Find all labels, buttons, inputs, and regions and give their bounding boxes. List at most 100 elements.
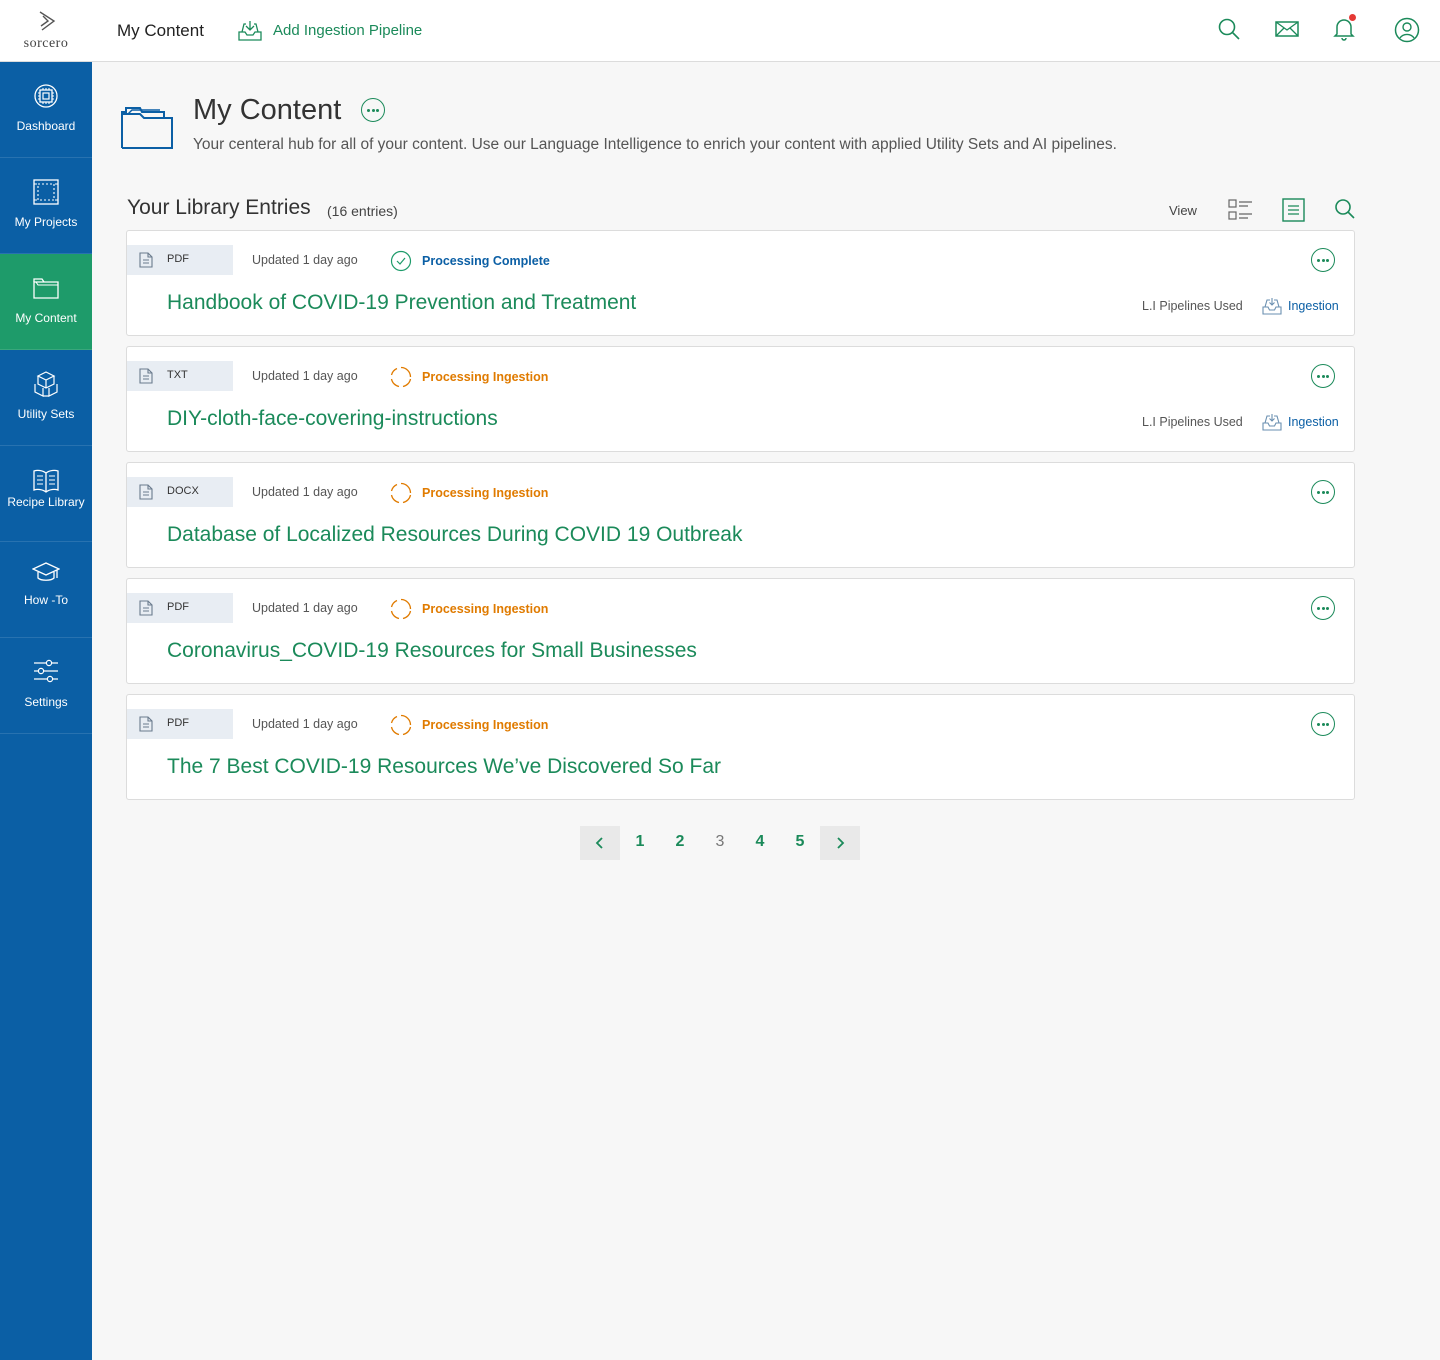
- cubes-icon: [34, 371, 58, 397]
- entry-more-button[interactable]: [1311, 596, 1335, 620]
- sliders-icon: [34, 659, 58, 683]
- file-type-tag: PDF: [127, 709, 233, 739]
- sidebar-item-utility-sets[interactable]: Utility Sets: [0, 350, 92, 446]
- search-icon: [1218, 18, 1240, 40]
- entry-title-link[interactable]: The 7 Best COVID-19 Resources We’ve Disc…: [167, 755, 721, 779]
- chip-icon: [34, 84, 58, 108]
- library-entry-card[interactable]: DOCX Updated 1 day ago Processing Ingest…: [126, 462, 1355, 568]
- brand-name: sorcero: [23, 36, 69, 51]
- library-entry-card[interactable]: TXT Updated 1 day ago Processing Ingesti…: [126, 346, 1355, 452]
- entry-more-button[interactable]: [1311, 364, 1335, 388]
- status-label: Processing Complete: [422, 254, 550, 268]
- more-icon: [1317, 606, 1320, 610]
- more-icon-dot: [1321, 606, 1325, 610]
- inbox-icon: [1262, 298, 1282, 315]
- next-page-button[interactable]: [820, 826, 860, 860]
- page-description: Your centeral hub for all of your conten…: [193, 136, 1117, 153]
- status-label: Processing Ingestion: [422, 602, 549, 616]
- entry-title-link[interactable]: Coronavirus_COVID-19 Resources for Small…: [167, 639, 697, 663]
- document-icon: [139, 368, 153, 384]
- sidebar-item-dashboard[interactable]: Dashboard: [0, 62, 92, 158]
- page-more-button[interactable]: [361, 98, 385, 122]
- page-4-button[interactable]: 4: [750, 833, 770, 851]
- file-type-label: TXT: [167, 369, 188, 381]
- topbar-title: My Content: [117, 21, 204, 40]
- grid-list-icon: [1228, 199, 1252, 220]
- updated-time: Updated 1 day ago: [252, 369, 358, 383]
- more-icon-dot: [1326, 374, 1329, 378]
- entry-more-button[interactable]: [1311, 248, 1335, 272]
- messages-button[interactable]: [1274, 17, 1300, 43]
- notifications-button[interactable]: [1332, 14, 1358, 43]
- mail-icon: [1275, 21, 1299, 37]
- more-icon-dot: [1321, 258, 1325, 262]
- more-icon: [1317, 722, 1320, 726]
- pipelines-used-label: L.I Pipelines Used: [1142, 415, 1243, 429]
- more-icon: [1317, 490, 1320, 494]
- updated-time: Updated 1 day ago: [252, 485, 358, 499]
- more-icon-dot: [1326, 606, 1329, 610]
- sidebar-item-label: My Projects: [14, 215, 78, 229]
- more-icon-dot: [1321, 374, 1325, 378]
- entry-title-link[interactable]: Handbook of COVID-19 Prevention and Trea…: [167, 291, 636, 315]
- status-label: Processing Ingestion: [422, 718, 549, 732]
- inbox-icon: [1262, 414, 1282, 431]
- chevron-right-icon: [837, 837, 845, 849]
- page-2-button[interactable]: 2: [670, 833, 690, 851]
- pipeline-link-ingestion[interactable]: Ingestion: [1262, 413, 1339, 431]
- search-icon: [1335, 199, 1355, 219]
- status-badge: Processing Ingestion: [390, 714, 548, 736]
- document-icon: [139, 600, 153, 616]
- page-5-button[interactable]: 5: [790, 833, 810, 851]
- status-badge: Processing Ingestion: [390, 598, 548, 620]
- sidebar-item-label: How -To: [23, 593, 68, 607]
- page-1-button[interactable]: 1: [630, 833, 650, 851]
- library-search-button[interactable]: [1334, 198, 1360, 222]
- library-entry-card[interactable]: PDF Updated 1 day ago Processing Ingesti…: [126, 694, 1355, 800]
- entry-more-button[interactable]: [1311, 712, 1335, 736]
- library-title: Your Library Entries: [127, 196, 311, 219]
- search-button[interactable]: [1217, 17, 1243, 43]
- previous-page-button[interactable]: [580, 826, 620, 860]
- sidebar-item-how-to[interactable]: How -To: [0, 542, 92, 638]
- sidebar-item-label: Utility Sets: [17, 407, 75, 421]
- view-list-button[interactable]: [1281, 198, 1307, 222]
- list-view-icon: [1282, 198, 1305, 222]
- updated-time: Updated 1 day ago: [252, 717, 358, 731]
- view-label: View: [1169, 203, 1197, 218]
- add-ingestion-pipeline-button[interactable]: Add Ingestion Pipeline: [238, 19, 422, 41]
- document-icon: [139, 716, 153, 732]
- updated-time: Updated 1 day ago: [252, 601, 358, 615]
- document-icon: [139, 252, 153, 268]
- processing-spinner-icon: [390, 598, 412, 620]
- processing-spinner-icon: [390, 366, 412, 388]
- sidebar-item-my-content[interactable]: My Content: [0, 254, 92, 350]
- file-type-tag: TXT: [127, 361, 233, 391]
- check-circle-icon: [390, 250, 412, 272]
- library-entry-card[interactable]: PDF Updated 1 day ago Processing Complet…: [126, 230, 1355, 336]
- projects-icon: [33, 179, 59, 205]
- sidebar-item-recipe-library[interactable]: Recipe Library: [0, 446, 92, 542]
- book-icon: [33, 469, 59, 493]
- entry-title-link[interactable]: Database of Localized Resources During C…: [167, 523, 742, 547]
- page-title: My Content: [193, 94, 342, 126]
- view-grid-button[interactable]: [1228, 198, 1254, 222]
- sidebar-item-my-projects[interactable]: My Projects: [0, 158, 92, 254]
- file-type-tag: PDF: [127, 593, 233, 623]
- notification-badge: [1349, 14, 1356, 21]
- file-type-label: DOCX: [167, 485, 199, 497]
- library-entry-card[interactable]: PDF Updated 1 day ago Processing Ingesti…: [126, 578, 1355, 684]
- brand-logo[interactable]: sorcero: [0, 0, 92, 62]
- status-badge: Processing Ingestion: [390, 366, 548, 388]
- sidebar-item-settings[interactable]: Settings: [0, 638, 92, 734]
- document-icon: [139, 484, 153, 500]
- pipeline-link-ingestion[interactable]: Ingestion: [1262, 297, 1339, 315]
- sidebar-item-label: My Content: [15, 311, 77, 325]
- user-menu-button[interactable]: [1394, 17, 1420, 43]
- library-count: (16 entries): [327, 203, 398, 219]
- status-label: Processing Ingestion: [422, 486, 549, 500]
- entry-more-button[interactable]: [1311, 480, 1335, 504]
- entry-title-link[interactable]: DIY-cloth-face-covering-instructions: [167, 407, 498, 431]
- chevron-left-icon: [595, 837, 603, 849]
- page-3-button[interactable]: 3: [710, 833, 730, 851]
